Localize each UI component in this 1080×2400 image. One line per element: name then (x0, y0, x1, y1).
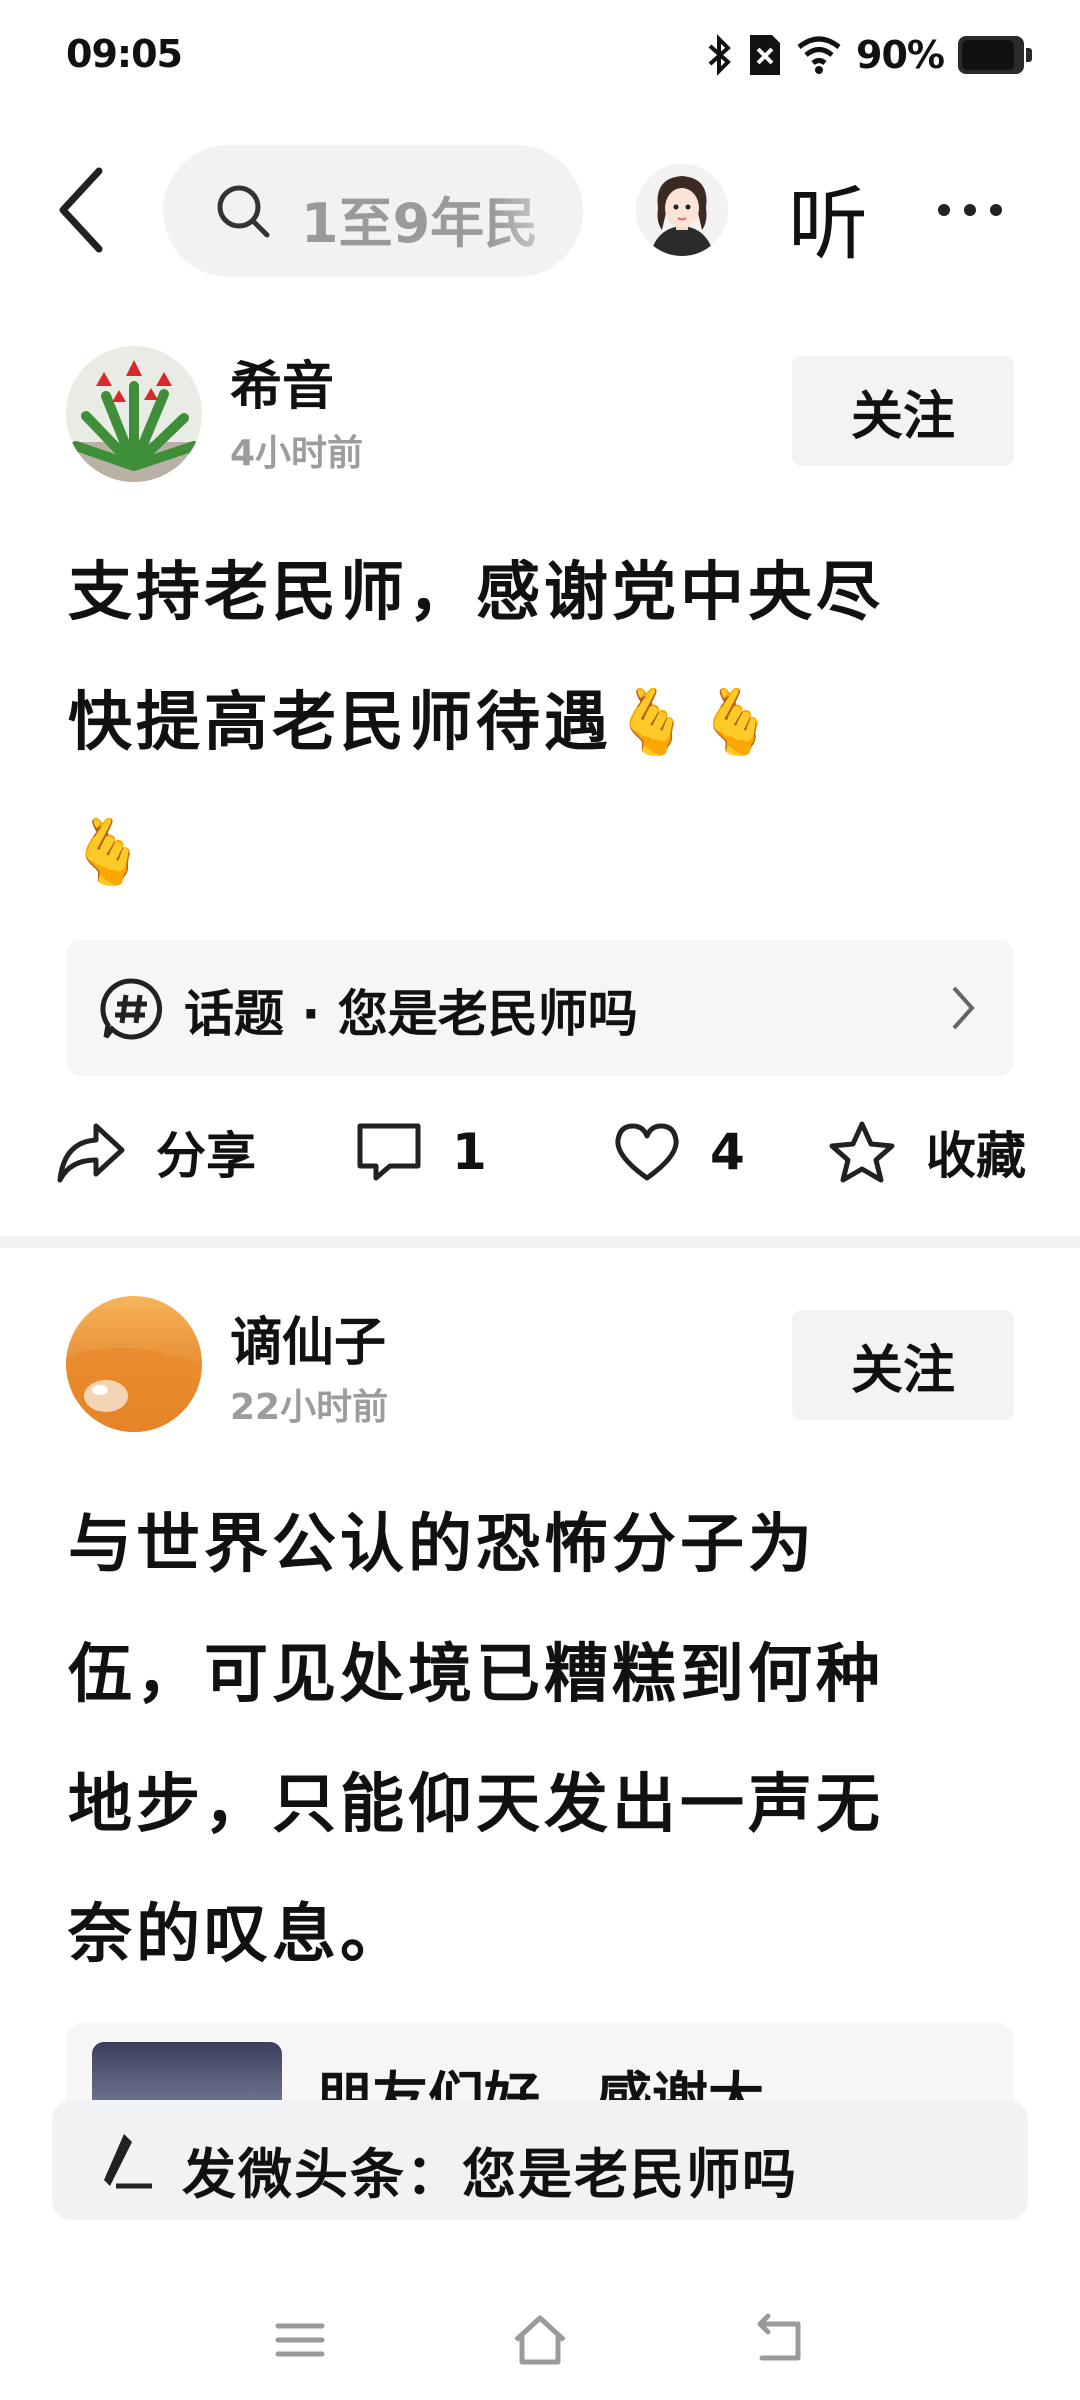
post-line: 与世界公认的恐怖分子为 (68, 1508, 816, 1582)
post-body: 与世界公认的恐怖分子为 伍，可见处境已糟糕到何种 地步，只能仰天发出一声无 奈的… (68, 1480, 884, 2000)
topic-hashtag-icon (100, 978, 163, 1040)
author-name[interactable]: 希音 (230, 344, 334, 419)
desert-droplet-image (66, 1296, 202, 1432)
chevron-right-icon (952, 986, 975, 1030)
topic-label: 话题 · 您是老民师吗 (184, 985, 638, 1043)
follow-button[interactable]: 关注 (792, 356, 1014, 466)
post-line: 🫰 (68, 816, 152, 890)
author-avatar[interactable] (66, 1296, 202, 1432)
search-bar[interactable]: 1至9年民 (163, 145, 583, 277)
author-avatar[interactable] (66, 346, 202, 482)
back-arrow-icon (59, 167, 103, 253)
topic-link[interactable]: 话题 · 您是老民师吗 (66, 940, 1014, 1076)
menu-icon[interactable] (270, 2310, 330, 2370)
battery-percent: 90% (856, 33, 945, 77)
composer-label: 发微头条：您是老民师吗 (182, 2143, 798, 2206)
comment-icon (357, 1123, 421, 1181)
search-icon (217, 185, 270, 238)
pen-icon (104, 2134, 152, 2189)
battery-level (962, 40, 1015, 70)
heart-icon (615, 1123, 679, 1181)
share-button[interactable]: 分享 (56, 1112, 256, 1192)
post-line: 快提高老民师待遇🫰🫰 (68, 686, 780, 760)
more-options-icon[interactable] (938, 185, 1018, 235)
bluetooth-icon (708, 34, 731, 76)
post-body: 支持老民师，感谢党中央尽 快提高老民师待遇🫰🫰 🫰 (68, 528, 884, 918)
post-time: 4小时前 (230, 433, 364, 474)
post-composer[interactable]: 发微头条：您是老民师吗 (52, 2100, 1028, 2220)
like-button[interactable]: 4 (614, 1112, 745, 1192)
profile-avatar[interactable] (636, 164, 728, 256)
battery-icon (958, 36, 1032, 74)
favorite-button[interactable]: 收藏 (828, 1112, 1026, 1192)
back-button[interactable] (55, 165, 115, 255)
back-nav-icon[interactable] (750, 2310, 810, 2370)
system-navigation-bar (0, 2280, 1080, 2400)
favorite-label: 收藏 (926, 1127, 1026, 1185)
wifi-icon (797, 36, 841, 74)
no-sim-icon (750, 35, 781, 75)
home-icon[interactable] (510, 2310, 570, 2370)
share-icon (57, 1123, 125, 1183)
author-name[interactable]: 谪仙子 (230, 1300, 386, 1375)
search-fade (493, 145, 583, 277)
post-line: 伍，可见处境已糟糕到何种 (68, 1638, 884, 1712)
post-divider (0, 1236, 1080, 1248)
avatar-illustration (636, 164, 728, 256)
flower-plant-image (66, 346, 202, 482)
listen-button[interactable]: 听 (788, 160, 868, 276)
post-line: 奈的叹息。 (68, 1898, 408, 1972)
post-line: 支持老民师，感谢党中央尽 (68, 556, 884, 630)
post-line: 地步，只能仰天发出一声无 (68, 1768, 884, 1842)
like-count: 4 (710, 1123, 745, 1181)
comment-button[interactable]: 1 (356, 1112, 487, 1192)
post-time: 22小时前 (230, 1387, 389, 1428)
star-icon (829, 1121, 895, 1183)
status-time: 09:05 (66, 32, 183, 76)
follow-button[interactable]: 关注 (792, 1310, 1014, 1420)
share-label: 分享 (156, 1127, 256, 1185)
status-icons: 90% (706, 30, 1032, 80)
comment-count: 1 (452, 1123, 487, 1181)
